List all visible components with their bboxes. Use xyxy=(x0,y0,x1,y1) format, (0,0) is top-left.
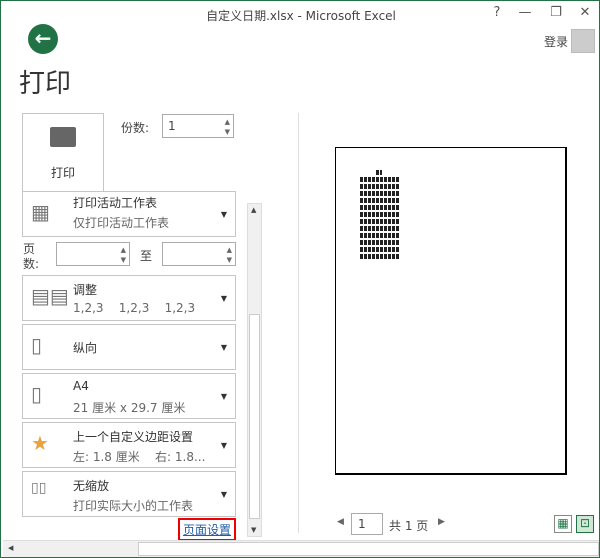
back-arrow-icon[interactable]: ← xyxy=(28,24,58,54)
pages-to-label: 至 xyxy=(140,249,153,263)
dropdown-arrow-icon: ▼ xyxy=(220,294,227,303)
dropdown-arrow-icon: ▼ xyxy=(220,441,227,450)
setting-title: 调整 xyxy=(73,283,98,297)
portrait-icon: ▯ xyxy=(31,333,43,357)
dropdown-arrow-icon: ▼ xyxy=(220,490,227,499)
minimize-button[interactable]: — xyxy=(515,5,535,20)
setting-subtitle: 打印实际大小的工作表 xyxy=(73,499,194,513)
page-setup-link[interactable]: 页面设置 xyxy=(178,518,237,541)
sheet-icon: ▦ xyxy=(31,200,50,224)
dropdown-arrow-icon: ▼ xyxy=(220,210,227,219)
show-margins-icon[interactable]: ▦ xyxy=(554,515,572,533)
dropdown-arrow-icon: ▼ xyxy=(220,392,227,401)
scaling-dropdown[interactable]: ▯▯ 无缩放打印实际大小的工作表 ▼ xyxy=(22,471,236,517)
pages-from-input[interactable]: ▲ ▼ xyxy=(56,242,130,266)
setting-subtitle: 21 厘米 x 29.7 厘米 xyxy=(73,401,186,415)
setting-subtitle: 仅打印活动工作表 xyxy=(73,216,170,230)
collate-dropdown[interactable]: ▤▤ 调整 1,2,3 1,2,3 1,2,3 ▼ xyxy=(22,275,236,321)
vertical-scrollbar[interactable]: ▲ ▼ xyxy=(247,203,262,537)
orientation-dropdown[interactable]: ▯ 纵向 ▼ xyxy=(22,324,236,370)
login-link[interactable]: 登录 xyxy=(544,33,568,50)
margins-dropdown[interactable]: ★ 上一个自定义边距设置 左: 1.8 厘米 右: 1.8... ▼ xyxy=(22,422,236,468)
setting-title: 打印活动工作表 xyxy=(73,196,158,210)
close-button[interactable]: ✕ xyxy=(575,5,595,20)
collate-icon: ▤▤ xyxy=(31,284,69,308)
print-preview-page xyxy=(335,147,567,475)
window-title: 自定义日期.xlsx - Microsoft Excel xyxy=(206,9,396,23)
prev-page-icon[interactable]: ◀ xyxy=(337,517,344,527)
page-total: 共 1 页 xyxy=(389,519,429,533)
print-what-dropdown[interactable]: ▦ 打印活动工作表 仅打印活动工作表 ▼ xyxy=(22,191,236,237)
no-scaling-icon: ▯▯ xyxy=(31,480,47,496)
copies-stepper[interactable]: 1 ▲ ▼ xyxy=(162,114,234,138)
margins-star-icon: ★ xyxy=(31,431,49,455)
paper-size-dropdown[interactable]: ▯ A4 21 厘米 x 29.7 厘米 ▼ xyxy=(22,373,236,419)
setting-subtitle: 1,2,3 1,2,3 1,2,3 xyxy=(73,301,196,315)
dropdown-arrow-icon: ▼ xyxy=(220,343,227,352)
restore-button[interactable]: ❐ xyxy=(546,5,566,20)
setting-title: 纵向 xyxy=(73,341,98,355)
page-number-input[interactable]: 1 xyxy=(351,513,383,535)
avatar[interactable] xyxy=(571,29,595,53)
next-page-icon[interactable]: ▶ xyxy=(438,517,445,527)
copies-label: 份数: xyxy=(121,121,150,135)
setting-title: A4 xyxy=(73,379,89,393)
print-button[interactable]: 打印 xyxy=(22,113,104,199)
page-title: 打印 xyxy=(19,69,72,99)
help-button[interactable]: ? xyxy=(487,5,507,20)
print-label: 打印 xyxy=(50,166,75,180)
zoom-to-page-icon[interactable]: ⊡ xyxy=(576,515,594,533)
setting-title: 上一个自定义边距设置 xyxy=(73,430,194,444)
pages-label: 页数: xyxy=(23,242,40,271)
pages-to-input[interactable]: ▲ ▼ xyxy=(162,242,236,266)
copies-value: 1 xyxy=(168,119,176,133)
paper-icon: ▯ xyxy=(31,382,43,406)
divider xyxy=(298,113,299,533)
horizontal-scrollbar[interactable]: ◀ xyxy=(3,540,599,557)
printer-icon xyxy=(50,127,76,147)
setting-title: 无缩放 xyxy=(73,479,110,493)
setting-subtitle: 左: 1.8 厘米 右: 1.8... xyxy=(73,450,206,464)
